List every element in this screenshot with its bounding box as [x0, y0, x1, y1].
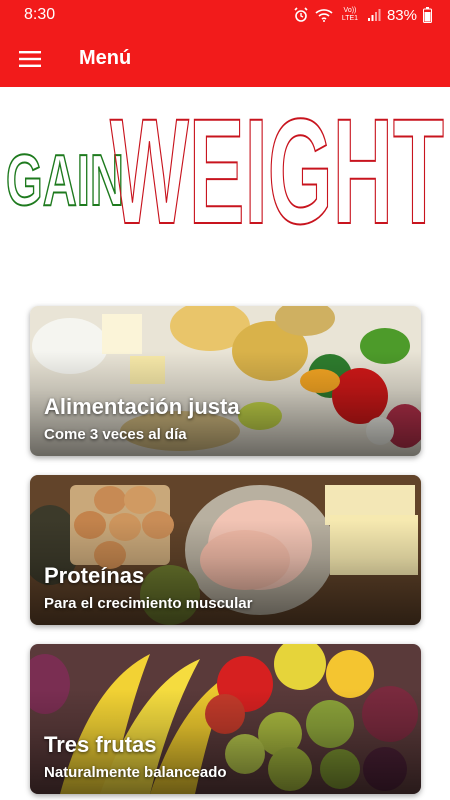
battery-percent: 83%: [386, 6, 417, 24]
app-title: Menú: [79, 47, 132, 69]
hamburger-icon[interactable]: [0, 30, 60, 87]
app-bar: Menú: [0, 30, 450, 87]
card-subtitle: Naturalmente balanceado: [44, 764, 227, 781]
card-title: Alimentación justa: [44, 394, 240, 419]
wifi-icon: [315, 8, 333, 22]
battery-icon: [423, 7, 432, 23]
logo-word-gain: GAIN: [6, 141, 124, 221]
card-alimentacion[interactable]: Alimentación justa Come 3 veces al día: [30, 306, 421, 456]
gain-weight-logo: GAIN WEIGHT: [5, 105, 445, 235]
alarm-icon: [293, 7, 309, 23]
card-subtitle: Come 3 veces al día: [44, 426, 187, 443]
signal-icon: [367, 8, 381, 22]
card-title: Proteínas: [44, 563, 145, 588]
network-label: Vo)) LTE1: [341, 7, 359, 22]
card-title: Tres frutas: [44, 732, 157, 757]
logo-word-weight: WEIGHT: [110, 105, 444, 235]
card-subtitle: Para el crecimiento muscular: [44, 595, 253, 612]
card-proteinas[interactable]: Proteínas Para el crecimiento muscular: [30, 475, 421, 625]
status-icons: Vo)) LTE1 83%: [293, 7, 432, 24]
status-time: 8:30: [24, 6, 56, 23]
status-bar: 8:30 Vo)) LTE1 83%: [0, 0, 450, 30]
card-tres-frutas[interactable]: Tres frutas Naturalmente balanceado: [30, 644, 421, 794]
